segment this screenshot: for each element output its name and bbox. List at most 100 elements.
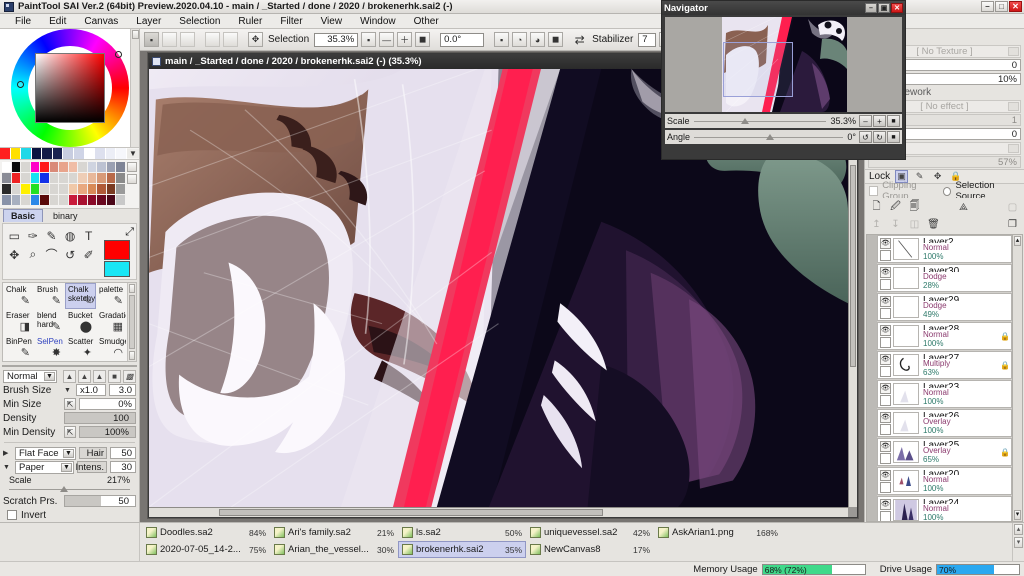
layer-row[interactable]: 👁 Layer25 Overlay 65% 🔒 [877,438,1012,466]
navigator-close-button[interactable]: ✕ [891,3,903,13]
magic-wand-icon[interactable]: ✎ [42,226,61,245]
layer-scroll-up-icon[interactable]: ▴ [1014,236,1021,246]
palette-swatch[interactable] [106,195,116,205]
close-button[interactable]: ✕ [1009,1,1022,12]
zoom-stepper-icon[interactable]: ▪ [361,32,377,47]
palette-add-icon[interactable] [127,162,137,172]
palette-swatch[interactable] [40,184,49,194]
layer-scroll-track[interactable] [1013,247,1022,509]
layer-visibility-toggle[interactable]: 👁 [880,266,891,278]
angle-stepper-icon[interactable]: ▪ [494,32,510,47]
palette-swatch[interactable] [49,162,59,172]
layer-row[interactable]: 👁 Layer23 Normal 100% [877,380,1012,408]
swatch-recent[interactable] [31,148,43,159]
menu-edit[interactable]: Edit [40,15,75,28]
brush-list-scrollbar[interactable] [127,283,136,361]
brush-preset-smudge[interactable]: Smudge ◠ [96,335,127,361]
palette-swatch[interactable] [87,173,97,183]
shape-grid-icon[interactable]: ▩ [123,369,136,383]
palette-grid[interactable] [0,160,139,209]
palette-swatch[interactable] [68,162,78,172]
palette-swatch[interactable] [116,195,125,205]
layer-row[interactable]: 👁 Layer26 Overlay 100% [877,409,1012,437]
palette-swatch[interactable] [2,184,11,194]
option-toggle-icon[interactable]: ▪ [144,32,159,47]
palette-swatch[interactable] [78,173,87,183]
palette-swatch[interactable] [106,162,116,172]
menu-file[interactable]: File [6,15,40,28]
min-size-pressure-icon[interactable]: ⇱ [64,398,76,410]
palette-swatch[interactable] [116,173,125,183]
move-down-icon[interactable]: ↧ [888,218,903,232]
file-tab-scroll-up-icon[interactable]: ▴ [1014,524,1023,535]
angle-field[interactable]: 0.0° [440,32,485,47]
shape-triangle2-icon[interactable]: ▲ [78,369,91,383]
paper-expand-icon[interactable]: ▼ [3,464,12,471]
new-folder-icon[interactable]: 🗐 [907,201,922,215]
palette-swatch[interactable] [78,184,87,194]
palette-swatch[interactable] [40,173,49,183]
palette-swatch[interactable] [87,184,97,194]
shape-triangle-icon[interactable]: ▲ [63,369,76,383]
layer-list-scrollbar[interactable]: ▴ ▾ [1012,235,1022,521]
layer-visibility-toggle[interactable]: 👁 [880,295,891,307]
bucket-select-icon[interactable]: ◍ [61,226,80,245]
layer-options-icon[interactable]: ▢ [1005,201,1020,215]
palette-swatch[interactable] [40,162,49,172]
undo-icon[interactable]: ↺ [61,245,80,264]
brush-preset-bucket[interactable]: Bucket ⬤ [65,309,96,335]
swatch-recent[interactable] [52,148,64,159]
palette-swatch[interactable] [11,173,21,183]
rotate-cw-button[interactable]: ◕ [530,32,546,47]
palette-swatch[interactable] [68,195,78,205]
layer-row[interactable]: 👁 Layer2 Normal 100% [877,235,1012,263]
navigator-zoom-out-button[interactable]: – [859,115,872,127]
layer-select-toggle[interactable] [880,452,891,464]
selection-source-radio[interactable] [943,186,952,196]
move-icon[interactable]: ✥ [5,245,24,264]
swap-colors-icon[interactable]: ⤢ [125,226,134,239]
min-density-pressure-icon[interactable]: ⇱ [64,426,76,438]
canvas-vscroll-thumb[interactable] [850,165,856,367]
secondary-color-chip[interactable] [104,261,130,277]
selection-mode-icon[interactable]: ✥ [248,32,263,47]
paper-intensity-value[interactable]: 30 [110,461,136,473]
zoom-in-button[interactable]: ＋ [397,32,413,47]
file-tab[interactable]: 2020-07-05_14-2... 75% [142,541,270,558]
duplicate-layer-icon[interactable]: ❐ [1005,218,1020,232]
clear-icon[interactable]: ◫ [907,218,922,232]
flip-horizontal-icon[interactable]: ⇄ [572,32,587,47]
brush-shape-select[interactable]: Flat Face ▼ [15,446,76,460]
layer-select-toggle[interactable] [880,394,891,406]
palette-cells[interactable] [2,162,125,205]
paper-scale-slider[interactable] [9,486,130,494]
palette-swatch[interactable] [78,162,87,172]
navigator-scale-slider-knob[interactable] [741,117,750,124]
menu-ruler[interactable]: Ruler [229,15,271,28]
navigator-angle-slider-knob[interactable] [765,133,774,140]
swatch-recent[interactable] [21,148,32,159]
palette-swatch[interactable] [21,184,30,194]
palette-swatch[interactable] [11,162,21,172]
palette-side-buttons[interactable] [127,162,137,205]
palette-swatch[interactable] [21,195,30,205]
brush-preset-blend-hard[interactable]: blend hard ✎ [34,309,65,335]
palette-swatch[interactable] [49,184,59,194]
canvas-hscroll-thumb[interactable] [218,509,604,516]
palette-swatch[interactable] [97,184,106,194]
color-panel-scrollbar[interactable] [130,29,139,147]
menu-canvas[interactable]: Canvas [75,15,127,28]
layer-visibility-toggle[interactable]: 👁 [880,469,891,481]
option-slot-1[interactable] [162,32,177,47]
option-slot-3[interactable] [205,32,220,47]
palette-swatch[interactable] [68,173,78,183]
layer-select-toggle[interactable] [880,278,891,290]
option-slot-4[interactable] [223,32,238,47]
swatch-recent[interactable] [116,148,127,159]
palette-remove-icon[interactable] [127,174,137,184]
hue-marker[interactable] [114,51,122,58]
eyedropper-icon[interactable]: ✐ [79,245,98,264]
palette-swatch[interactable] [59,162,68,172]
chevron-down-icon[interactable] [1008,101,1019,111]
paper-scale-slider-knob[interactable] [59,486,68,492]
